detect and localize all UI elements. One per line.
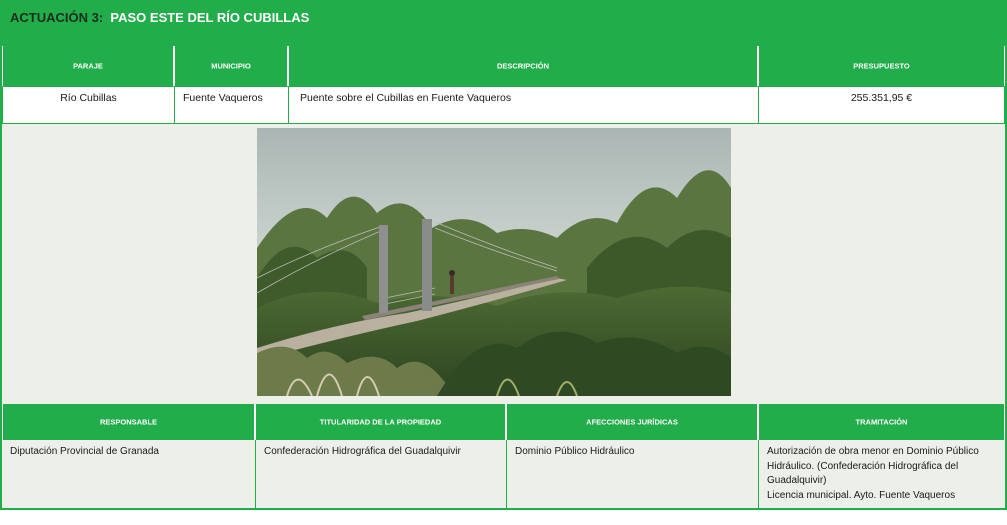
responsable-cell: Diputación Provincial de Granada [2, 440, 256, 508]
header-responsable-label: RESPONSABLE [99, 417, 158, 427]
paraje-cell: Río Cubillas [2, 86, 175, 124]
header-municipio-label: MUNICIPIO [211, 61, 251, 71]
header-descripcion-label: DESCRIPCIÓN [496, 61, 550, 71]
tramitacion-cell: Autorización de obra menor en Dominio Pú… [758, 440, 1005, 508]
header-responsable: RESPONSABLE [2, 404, 255, 440]
header-tramitacion-label: TRAMITACIÓN [855, 417, 908, 427]
header-afecciones: AFECCIONES JURÍDICAS [506, 404, 758, 440]
header-paraje: PARAJE [2, 46, 174, 86]
tramitacion-extra: Licencia municipal. Ayto. Fuente Vaquero… [767, 489, 956, 501]
header-titularidad-label: TITULARIDAD DE LA PROPIEDAD [319, 417, 442, 427]
header-titularidad: TITULARIDAD DE LA PROPIEDAD [255, 404, 506, 440]
presupuesto-cell: 255.351,95 € [758, 86, 1005, 124]
header-paraje-label: PARAJE [73, 61, 103, 71]
header-afecciones-label: AFECCIONES JURÍDICAS [586, 417, 678, 427]
actuacion-number: ACTUACIÓN 3: [10, 10, 104, 25]
header-municipio: MUNICIPIO [174, 46, 288, 86]
tramitacion-text: Autorización de obra menor en Dominio Pú… [767, 446, 979, 486]
titularidad-cell: Confederación Hidrográfica del Guadalqui… [255, 440, 507, 508]
actuacion-name: PASO ESTE DEL RÍO CUBILLAS [110, 10, 310, 25]
bridge-render-image [257, 128, 731, 396]
municipio-cell: Fuente Vaqueros [174, 86, 289, 124]
descripcion-cell: Puente sobre el Cubillas en Fuente Vaque… [288, 86, 759, 124]
header-tramitacion: TRAMITACIÓN [758, 404, 1005, 440]
header-presupuesto-label: PRESUPUESTO [853, 61, 910, 71]
title-bar: ACTUACIÓN 3: PASO ESTE DEL RÍO CUBILLAS [2, 2, 1005, 46]
afecciones-cell: Dominio Público Hidráulico [506, 440, 759, 508]
page-title: ACTUACIÓN 3: PASO ESTE DEL RÍO CUBILLAS [10, 10, 309, 25]
header-descripcion: DESCRIPCIÓN [288, 46, 758, 86]
header-presupuesto: PRESUPUESTO [758, 46, 1005, 86]
actuacion-sheet: ACTUACIÓN 3: PASO ESTE DEL RÍO CUBILLAS … [0, 0, 1007, 510]
